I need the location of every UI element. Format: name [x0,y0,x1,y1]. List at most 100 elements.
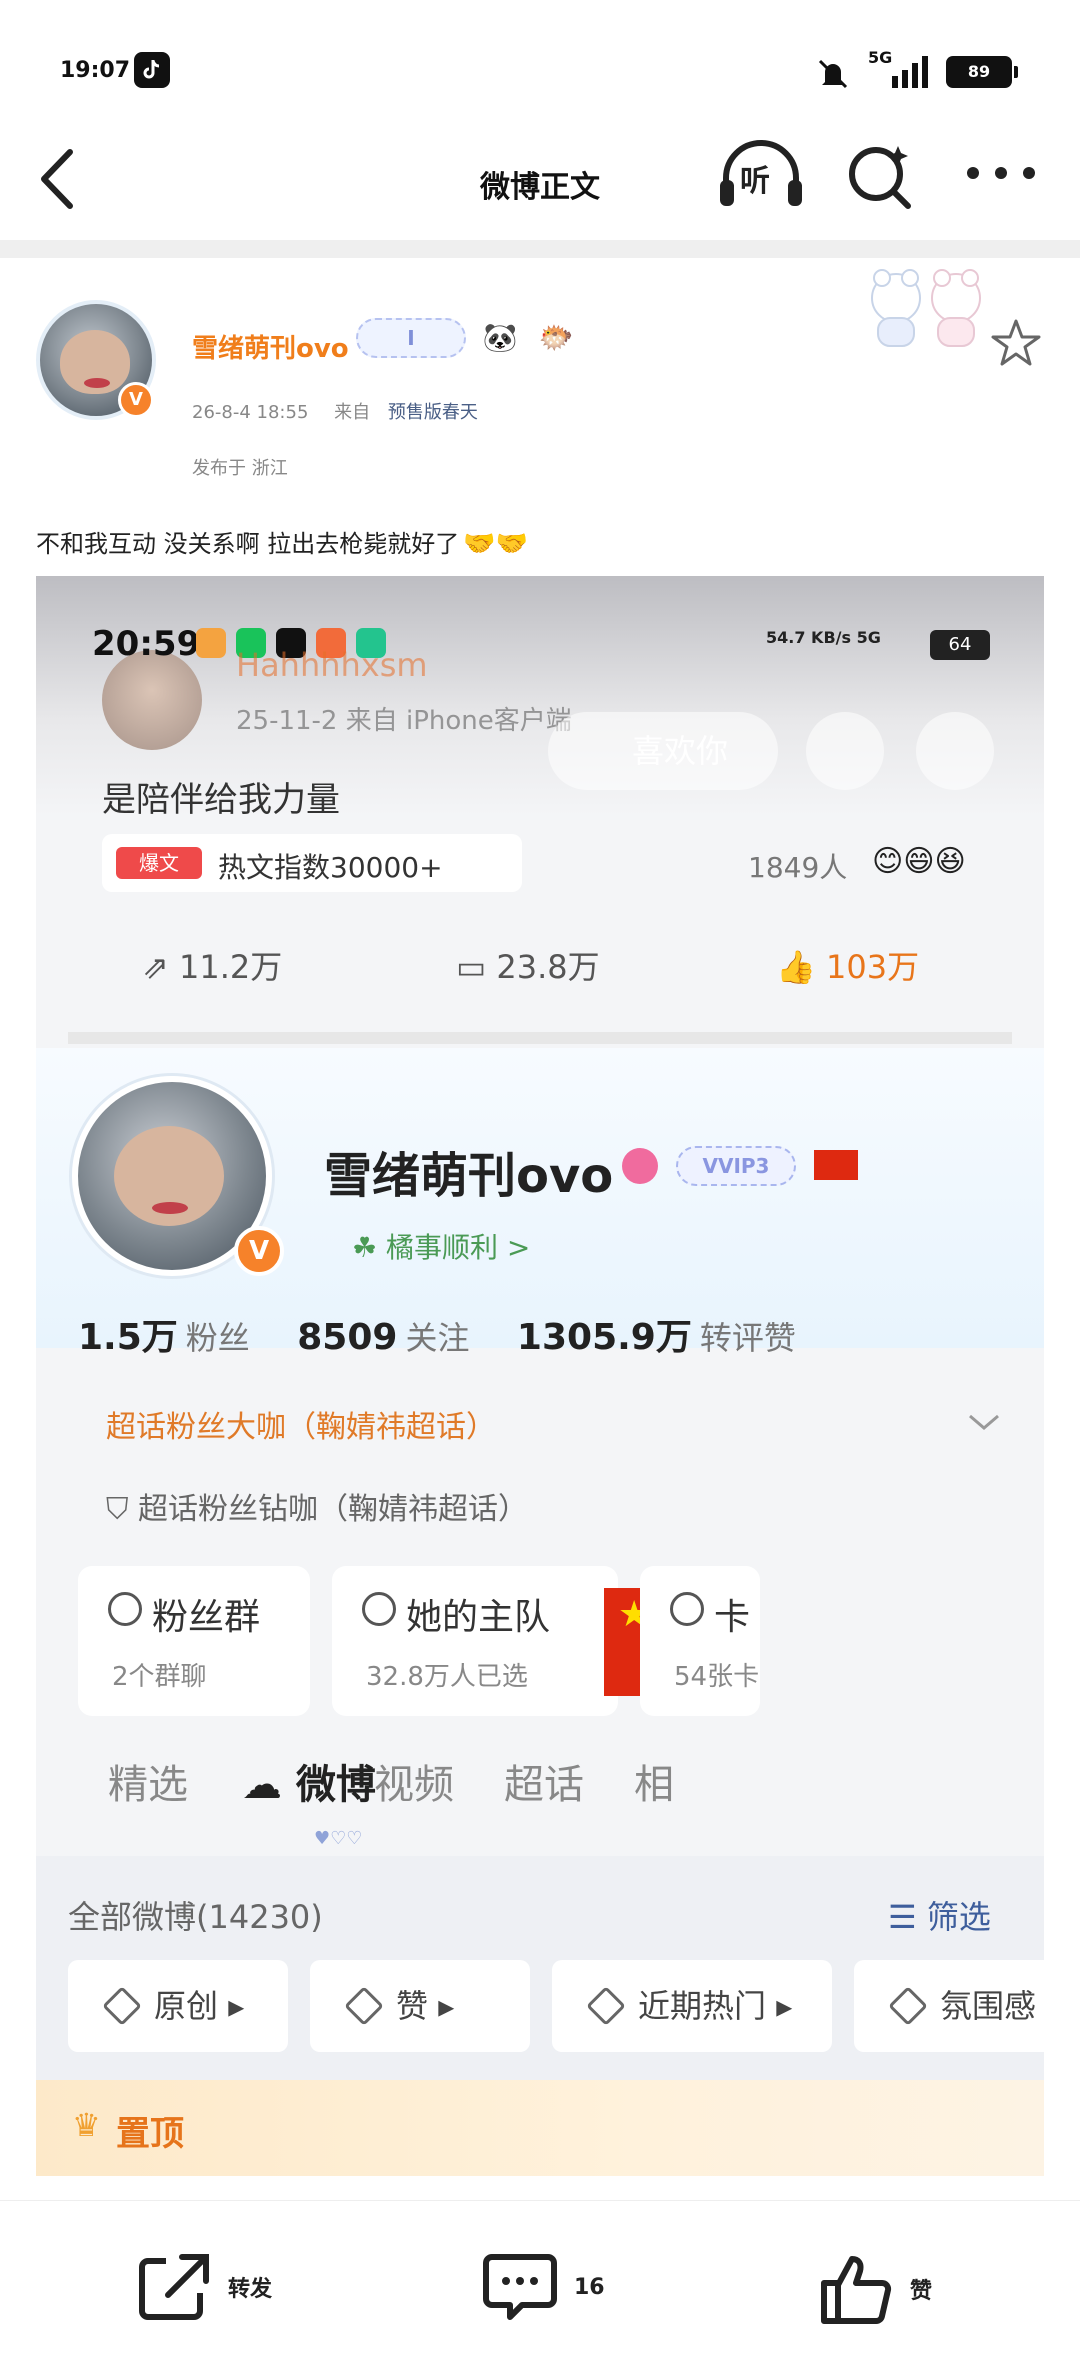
image-team-icon [362,1592,396,1626]
status-bar: 19:07 5G 89 [0,0,1080,120]
image-tabs: 精选 ☁ 微博 视频 超话 相 [36,1742,1044,1832]
image-filter-label: 筛选 [926,1898,991,1936]
image-engage-label: 转评赞 [699,1319,796,1357]
image-status-info: 54.7 KB/s 5G [766,628,881,647]
image-comments-count: 23.8万 [496,948,600,986]
image-profile-name: 雪绪萌刊ovo [324,1148,614,1204]
image-chip: 近期热门 ▸ [552,1960,832,2052]
image-quote: 是陪伴给我力量 [102,780,340,820]
image-search-pink-icon [622,1148,658,1184]
post-image[interactable]: 20:59 54.7 KB/s 5G 64 Hahhhhxsm 25-11-2 … [36,576,1044,2176]
image-hot-text: 热文指数30000+ [218,851,443,884]
image-hot-tag: 爆文 [116,847,202,879]
image-action-row: ⇗ 11.2万 ▭ 23.8万 👍 103万 [36,926,1044,1006]
image-crown-icon: ♛ [72,2106,101,2144]
image-wish-text: 橘事顺利 > [386,1231,531,1264]
signal-icon [892,56,928,88]
search-icon[interactable] [846,142,916,212]
image-follow-num: 8509 [297,1317,398,1358]
image-separator [68,1032,1012,1044]
image-chip-label: 近期热门 [638,1987,767,2025]
image-filter: ☰ 筛选 [888,1898,991,1936]
image-card-sub: 2个群聊 [112,1662,207,1692]
image-fan-rank-1: 超话粉丝大咖（鞠婧祎超话） [106,1410,496,1445]
image-likes-count: 103万 [826,948,920,986]
author-badges: I 🐼 🐡 [356,316,578,360]
post-location: 发布于 浙江 [192,458,288,479]
image-fan-rank-2-text: 超话粉丝钻咖（鞠婧祎超话） [138,1492,529,1527]
image-status-speed: 54.7 KB/s [766,628,852,647]
image-hot-count: 1849人 [748,851,848,884]
image-vip-badge: VVIP3 [676,1146,796,1186]
image-card-sub: 32.8万人已选 [366,1662,528,1692]
image-pinned-bar: ♛ 置顶 [36,2080,1044,2176]
image-reposts-count: 11.2万 [178,948,283,986]
image-card-cards: 卡 54张卡 [640,1566,760,1716]
image-tab: 相 [634,1762,674,1808]
favorite-star-icon[interactable] [990,318,1042,368]
share-icon [139,2254,209,2320]
image-tab-active: ☁ 微博 [242,1762,376,1808]
image-battery-icon: 64 [930,630,990,660]
like-button[interactable]: 赞 [818,2251,932,2327]
image-chip-label: 赞 [396,1987,429,2025]
image-like-you-button: 喜欢你 [548,712,778,790]
image-cards-row: 粉丝群 2个群聊 她的主队 32.8万人已选 ★ 卡 54张卡 [78,1566,1044,1716]
listen-label: 听 [740,164,770,199]
tiktok-icon [134,52,170,88]
repost-label: 转发 [228,2277,273,2302]
battery-icon: 89 [946,56,1018,88]
image-fan-rank-2: ⛉ 超话粉丝钻咖（鞠婧祎超话） [106,1492,529,1527]
image-card-sub: 54张卡 [674,1662,760,1692]
image-chip: 氛围感 [854,1960,1044,2052]
handshake-emoji: 🤝🤝 [463,529,529,559]
post-date: 26-8-4 18:55 [192,402,309,423]
image-card-fans-group: 粉丝群 2个群聊 [78,1566,310,1716]
network-type: 5G [868,48,893,67]
panda-icon: 🐼 [482,321,518,354]
image-ghost-name: Hahhhhxsm [236,646,428,684]
fish-icon: 🐡 [538,321,574,354]
image-tab-hearts-icon: ♥♡♡ [314,1828,363,1849]
section-divider [0,240,1080,258]
image-profile-stats: 1.5万 粉丝 8509 关注 1305.9万 转评赞 [78,1308,832,1360]
image-group-icon [108,1592,142,1626]
image-comments: ▭ 23.8万 [456,948,600,986]
image-card-title: 卡 [714,1597,751,1638]
image-ghost-meta: 25-11-2 来自 iPhone客户端 [236,706,572,736]
bottom-toolbar: 转发 16 赞 [0,2200,1080,2372]
image-status-time: 20:59 [92,624,201,664]
image-profile-wish: ☘ 橘事顺利 > [352,1231,531,1264]
image-card-title: 她的主队 [406,1597,551,1638]
comment-button[interactable]: 16 [482,2251,605,2323]
author-name[interactable]: 雪绪萌刊ovo [192,328,349,365]
image-status-net: 5G [856,628,881,647]
image-card-title: 粉丝群 [152,1597,261,1638]
image-fans-label: 粉丝 [185,1319,250,1357]
post-text: 不和我互动 没关系啊 拉出去枪毙就好了 🤝🤝 [36,524,528,559]
image-chip-label: 氛围感 [940,1987,1037,2025]
image-all-posts: 全部微博(14230) [68,1898,323,1936]
vip-badge[interactable]: I [356,318,466,358]
post-meta: 26-8-4 18:55 来自 预售版春天 [192,398,478,424]
image-search-button [806,712,884,790]
image-fans-num: 1.5万 [78,1317,178,1358]
thumbs-up-icon [821,2256,892,2324]
post-text-body: 不和我互动 没关系啊 拉出去枪毙就好了 [36,530,460,558]
status-time: 19:07 [60,58,131,83]
nav-bar: 微博正文 听 [0,120,1080,240]
image-hot-index: 爆文 热文指数30000+ [102,834,522,892]
image-chip: 原创 ▸ [68,1960,288,2052]
listen-button[interactable]: 听 [718,140,804,210]
bear-sticker-icon [871,269,981,347]
image-verified-icon: V [234,1226,284,1276]
post-source[interactable]: 预售版春天 [388,402,478,423]
mute-bell-icon [818,59,848,89]
image-ghost-avatar [102,650,202,750]
verified-badge-icon: V [118,382,154,418]
comment-icon [483,2254,557,2320]
repost-button[interactable]: 转发 [136,2251,272,2323]
image-tab: 精选 [108,1762,188,1808]
image-more-button [916,712,994,790]
more-icon[interactable] [966,166,1036,180]
